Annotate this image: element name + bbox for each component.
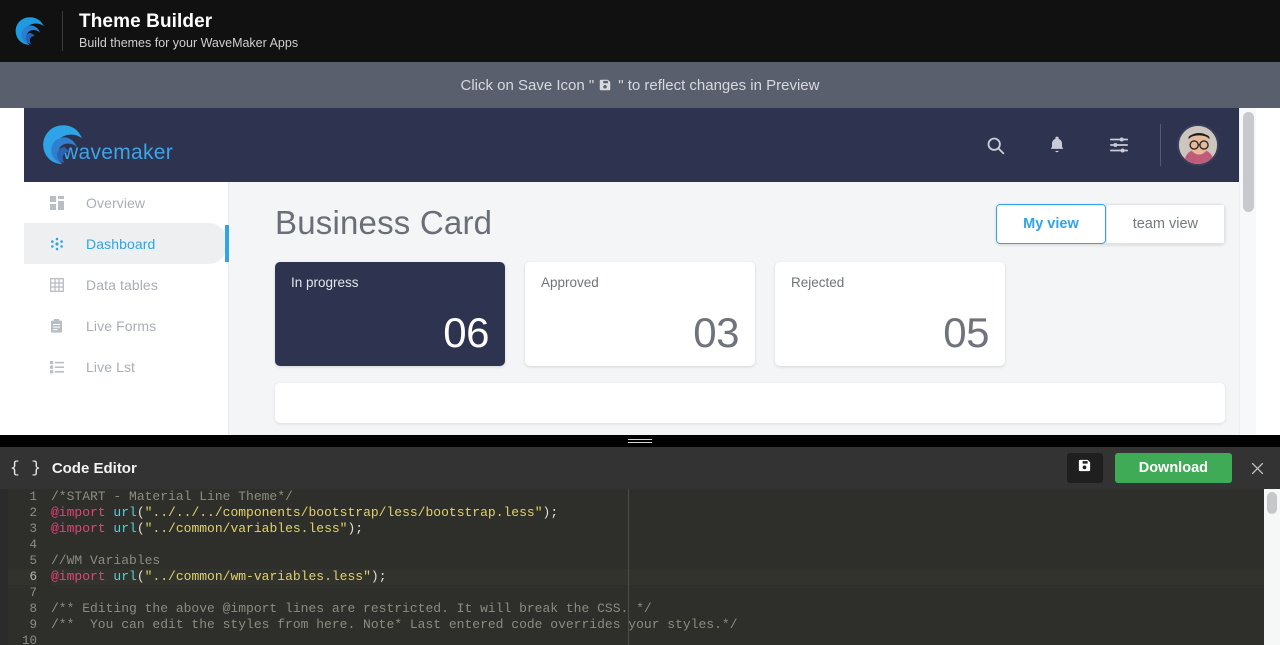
topbar-text-block: Theme Builder Build themes for your Wave… bbox=[63, 11, 298, 52]
code-editor-toolbar: { } Code Editor Download bbox=[0, 447, 1280, 489]
sidebar-item-live-forms[interactable]: Live Forms bbox=[24, 305, 228, 346]
save-icon bbox=[1077, 458, 1092, 478]
app-title: Theme Builder bbox=[79, 11, 298, 33]
stat-label: In progress bbox=[291, 275, 489, 290]
stat-label: Rejected bbox=[791, 275, 989, 290]
header-divider bbox=[1160, 124, 1161, 166]
panel-resize-handle[interactable] bbox=[0, 435, 1280, 447]
sidebar-item-label: Live Forms bbox=[86, 318, 156, 334]
team-view-button[interactable]: team view bbox=[1106, 204, 1225, 244]
editor-line-number: 7 bbox=[8, 585, 37, 601]
banner-text-after: " to reflect changes in Preview bbox=[618, 77, 819, 94]
wavemaker-logo-icon bbox=[39, 123, 87, 167]
sidebar-item-label: Data tables bbox=[86, 277, 158, 293]
search-icon[interactable] bbox=[964, 108, 1026, 182]
save-icon bbox=[598, 78, 612, 92]
editor-scrollbar[interactable] bbox=[1264, 489, 1280, 645]
editor-line-number: 5 bbox=[8, 553, 37, 569]
app-topbar: Theme Builder Build themes for your Wave… bbox=[0, 0, 1280, 62]
editor-line-number: 1 bbox=[8, 489, 37, 505]
sidebar-item-dashboard[interactable]: Dashboard bbox=[24, 223, 228, 264]
editor-print-margin bbox=[628, 489, 629, 645]
banner-message: Click on Save Icon " " to reflect change… bbox=[461, 77, 820, 94]
preview-header-actions bbox=[964, 108, 1249, 182]
preview-app: wavemaker bbox=[24, 108, 1256, 435]
editor-line-numbers: 12345678910 bbox=[8, 489, 44, 645]
editor-code-line[interactable] bbox=[51, 633, 1264, 645]
code-editor-actions: Download bbox=[1067, 453, 1280, 483]
editor-code-line[interactable]: @import url("../common/wm-variables.less… bbox=[51, 569, 1264, 585]
avatar[interactable] bbox=[1177, 124, 1219, 166]
banner-text-before: Click on Save Icon " bbox=[461, 77, 595, 94]
stat-value: 06 bbox=[291, 310, 489, 356]
clipboard-icon bbox=[50, 319, 72, 333]
editor-line-number: 4 bbox=[8, 537, 37, 553]
preview-scrollbar[interactable] bbox=[1239, 108, 1256, 435]
content-card-partial bbox=[275, 383, 1225, 423]
list-icon bbox=[50, 360, 72, 374]
braces-icon: { } bbox=[10, 459, 42, 477]
dots-scatter-icon bbox=[50, 237, 72, 251]
stat-value: 03 bbox=[541, 310, 739, 356]
editor-line-number: 8 bbox=[8, 601, 37, 617]
editor-code-area[interactable]: /*START - Material Line Theme*/@import u… bbox=[44, 489, 1264, 645]
editor-code-line[interactable]: @import url("../common/variables.less"); bbox=[51, 521, 1264, 537]
editor-code-line[interactable]: /** You can edit the styles from here. N… bbox=[51, 617, 1264, 633]
editor-line-number: 2 bbox=[8, 505, 37, 521]
settings-sliders-icon[interactable] bbox=[1088, 108, 1150, 182]
preview-scrollbar-thumb[interactable] bbox=[1243, 112, 1254, 212]
editor-line-number: 6 bbox=[8, 569, 37, 585]
preview-logo: wavemaker bbox=[24, 123, 173, 167]
editor-line-number: 10 bbox=[8, 633, 37, 645]
preview-app-header: wavemaker bbox=[24, 108, 1249, 182]
page-title: Business Card bbox=[275, 204, 492, 242]
sidebar-item-data-tables[interactable]: Data tables bbox=[24, 264, 228, 305]
editor-line-number: 9 bbox=[8, 617, 37, 633]
wavemaker-logo-icon bbox=[0, 14, 60, 48]
editor-left-margin bbox=[0, 489, 8, 645]
sidebar-item-label: Live Lst bbox=[86, 359, 135, 375]
notifications-bell-icon[interactable] bbox=[1026, 108, 1088, 182]
stat-value: 05 bbox=[791, 310, 989, 356]
sidebar-item-live-lst[interactable]: Live Lst bbox=[24, 346, 228, 387]
save-button[interactable] bbox=[1067, 453, 1103, 483]
main-header-row: Business Card My view team view bbox=[275, 204, 1225, 244]
preview-main-content: Business Card My view team view In progr… bbox=[229, 182, 1249, 435]
app-subtitle: Build themes for your WaveMaker Apps bbox=[79, 34, 298, 52]
sidebar-item-label: Dashboard bbox=[86, 236, 155, 252]
view-toggle-group: My view team view bbox=[996, 204, 1225, 244]
theme-preview-frame: wavemaker bbox=[24, 108, 1256, 435]
stat-label: Approved bbox=[541, 275, 739, 290]
info-banner: Click on Save Icon " " to reflect change… bbox=[0, 62, 1280, 108]
download-button[interactable]: Download bbox=[1115, 453, 1232, 483]
sidebar-item-overview[interactable]: Overview bbox=[24, 182, 228, 223]
dashboard-grid-icon bbox=[50, 196, 72, 210]
resize-handle-icon bbox=[628, 437, 652, 445]
close-icon[interactable] bbox=[1246, 457, 1268, 479]
stat-card-row: In progress 06 Approved 03 Rejected 05 bbox=[275, 262, 1225, 366]
editor-code-line[interactable]: @import url("../../../components/bootstr… bbox=[51, 505, 1264, 521]
code-editor-body[interactable]: 12345678910 /*START - Material Line Them… bbox=[0, 489, 1280, 645]
stat-card-rejected[interactable]: Rejected 05 bbox=[775, 262, 1005, 366]
sidebar-item-label: Overview bbox=[86, 195, 145, 211]
editor-line-number: 3 bbox=[8, 521, 37, 537]
editor-code-line[interactable] bbox=[51, 537, 1264, 553]
code-editor-panel: { } Code Editor Download bbox=[0, 447, 1280, 645]
my-view-button[interactable]: My view bbox=[996, 204, 1106, 244]
editor-scrollbar-thumb[interactable] bbox=[1267, 492, 1277, 514]
table-grid-icon bbox=[50, 278, 72, 292]
editor-code-line[interactable]: //WM Variables bbox=[51, 553, 1264, 569]
theme-builder-window: Theme Builder Build themes for your Wave… bbox=[0, 0, 1280, 645]
code-editor-title: Code Editor bbox=[52, 460, 137, 477]
stat-card-in-progress[interactable]: In progress 06 bbox=[275, 262, 505, 366]
stat-card-approved[interactable]: Approved 03 bbox=[525, 262, 755, 366]
editor-code-line[interactable] bbox=[51, 585, 1264, 601]
editor-code-line[interactable]: /** Editing the above @import lines are … bbox=[51, 601, 1264, 617]
preview-sidebar: Overview Dashboard bbox=[24, 182, 229, 435]
editor-code-line[interactable]: /*START - Material Line Theme*/ bbox=[51, 489, 1264, 505]
